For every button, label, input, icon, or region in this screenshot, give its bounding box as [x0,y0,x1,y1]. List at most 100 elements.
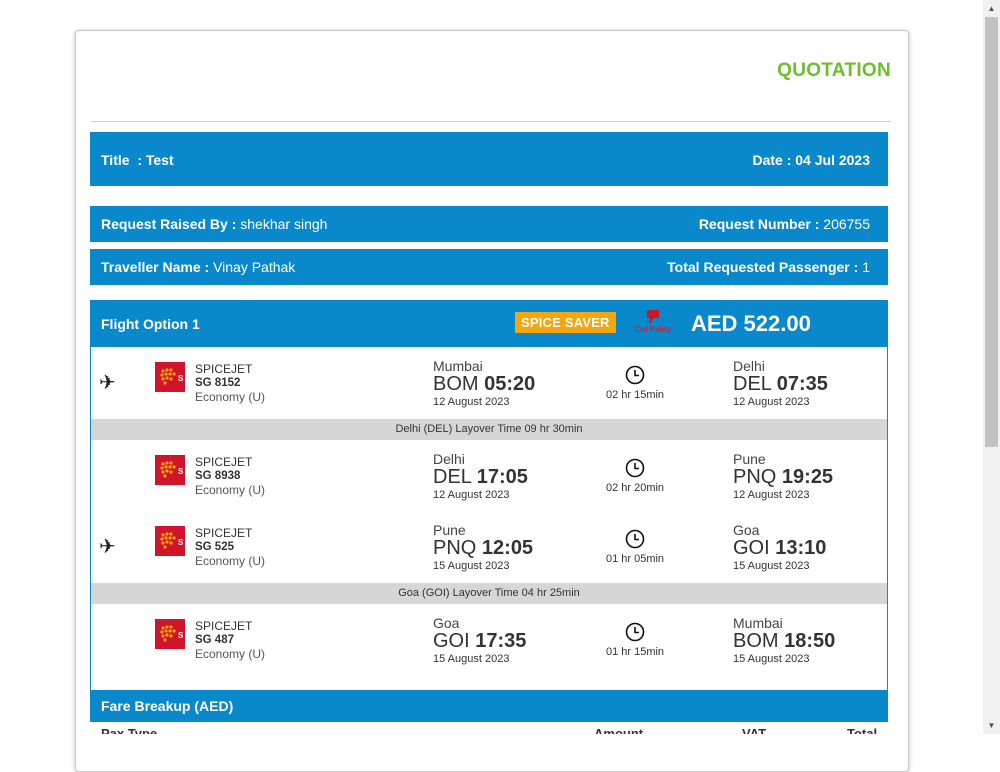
fare-breakup-title: Fare Breakup (AED) [101,698,234,714]
arrival-date: 15 August 2023 [733,653,810,665]
duration: 01 hr 05min [595,529,675,565]
date-value: : 04 Jul 2023 [786,152,870,168]
departure-time: 17:05 [476,466,528,488]
arrival-date: 12 August 2023 [733,396,810,408]
cabin-class: Economy (U) [195,554,266,568]
departure-time: 17:35 [475,630,527,652]
traveller-value: Vinay Pathak [213,259,296,275]
arrival-date: 12 August 2023 [733,489,810,501]
airline-name: SPICEJET [195,455,253,469]
duration-text: 01 hr 15min [605,646,665,658]
departure-date: 12 August 2023 [433,489,510,501]
departure-city: Goa [433,615,460,631]
date-field: Date : 04 Jul 2023 [752,152,870,168]
col-pax-type: Pax Type [101,726,158,734]
arrival: Goa GOI 13:10 15 August 2023 [733,522,826,572]
airline-info: SPICEJET SG 525 Economy (U) [195,526,265,568]
svg-text:S: S [178,374,184,383]
passengers-field: Total Requested Passenger : 1 [667,259,870,275]
title-bar: Title : Test Date : 04 Jul 2023 [90,132,888,186]
airline-info: SPICEJET SG 8152 Economy (U) [195,362,265,404]
cabin-class: Economy (U) [195,390,266,404]
departure: Mumbai BOM 05:20 12 August 2023 [433,358,535,408]
flight-price: AED 522.00 [691,311,811,336]
duration: 01 hr 15min [595,622,675,658]
arrival: Mumbai BOM 18:50 15 August 2023 [733,615,835,665]
vertical-scrollbar[interactable]: ▲ ▼ [983,0,1000,734]
departure: Pune PNQ 12:05 15 August 2023 [433,522,533,572]
duration: 02 hr 20min [595,458,675,494]
airline-name: SPICEJET [195,362,253,376]
spicejet-logo: S [155,526,185,556]
clock-icon [625,458,645,478]
airline-name: SPICEJET [195,619,253,633]
departure-date: 15 August 2023 [433,653,510,665]
departure-code: DEL [433,466,472,488]
clock-icon [625,365,645,385]
flight-segment: ✈ S SPICEJET SG 8152 Economy (U) Mumbai … [90,355,888,425]
flight-number: SG 487 [195,634,234,646]
fare-table-header: Pax Type Amount VAT Total [90,726,888,734]
request-number-value: 206755 [823,216,870,232]
airplane-icon: ✈ [99,372,116,394]
fare-type-badge: SPICE SAVER [515,312,616,333]
date-label: Date [752,152,783,168]
departure: Goa GOI 17:35 15 August 2023 [433,615,526,665]
departure-city: Delhi [433,451,465,467]
airline-info: SPICEJET SG 8938 Economy (U) [195,455,265,497]
departure: Delhi DEL 17:05 12 August 2023 [433,451,528,501]
request-number-label: Request Number : [698,216,820,232]
clock-icon [625,529,645,549]
flight-number: SG 8938 [195,470,241,482]
arrival-time: 07:35 [776,373,828,395]
scroll-down-icon[interactable]: ▼ [983,721,1000,730]
arrival-city: Pune [733,451,766,467]
departure-date: 15 August 2023 [433,560,510,572]
out-policy-label: Out Policy [634,325,672,334]
svg-text:S: S [178,467,184,476]
traveller-field: Traveller Name : Vinay Pathak [101,259,295,275]
col-total: Total [847,726,878,734]
airplane-icon: ✈ [99,536,116,558]
fare-breakup-header: Fare Breakup (AED) [90,690,888,722]
svg-text:S: S [178,538,184,547]
raised-by-label: Request Raised By : [101,216,237,232]
arrival-city: Mumbai [733,615,783,631]
arrival: Delhi DEL 07:35 12 August 2023 [733,358,828,408]
scrollbar-thumb[interactable] [985,17,998,447]
arrival: Pune PNQ 19:25 12 August 2023 [733,451,833,501]
flight-option-header: Flight Option 1 SPICE SAVER Out Policy A… [90,300,888,347]
spicejet-logo: S [155,455,185,485]
scroll-up-icon[interactable]: ▲ [983,4,1000,13]
arrival-code: GOI [733,537,770,559]
request-bar: Request Raised By : shekhar singh Reques… [90,206,888,242]
flight-segment: S SPICEJET SG 487 Economy (U) Goa GOI 17… [90,612,888,682]
title-field: Title : Test [101,152,174,168]
passengers-value: 1 [862,259,870,275]
clock-icon [625,622,645,642]
departure-time: 05:20 [484,373,536,395]
departure-code: BOM [433,373,479,395]
arrival-code: PNQ [733,466,777,488]
traveller-bar: Traveller Name : Vinay Pathak Total Requ… [90,249,888,285]
spicejet-logo: S [155,362,185,392]
request-number-field: Request Number : 206755 [699,216,870,232]
title-value: : Test [137,152,174,168]
traveller-label: Traveller Name : [101,259,210,275]
arrival-code: DEL [733,373,772,395]
raised-by-field: Request Raised By : shekhar singh [101,216,327,232]
raised-by-value: shekhar singh [240,216,328,232]
arrival-time: 19:25 [781,466,834,488]
arrival-date: 15 August 2023 [733,560,810,572]
passengers-label: Total Requested Passenger : [667,259,859,275]
flight-number: SG 525 [195,541,234,553]
flight-segment: ✈ S SPICEJET SG 525 Economy (U) Pune PNQ… [90,519,888,589]
out-policy-indicator: Out Policy [631,308,675,336]
quotation-heading: QUOTATION [777,60,891,81]
duration-text: 02 hr 15min [605,389,665,401]
arrival-city: Delhi [733,358,765,374]
duration: 02 hr 15min [595,365,675,401]
duration-text: 02 hr 20min [605,482,665,494]
layover-info: Goa (GOI) Layover Time 04 hr 25min [91,583,887,604]
cabin-class: Economy (U) [195,483,266,497]
